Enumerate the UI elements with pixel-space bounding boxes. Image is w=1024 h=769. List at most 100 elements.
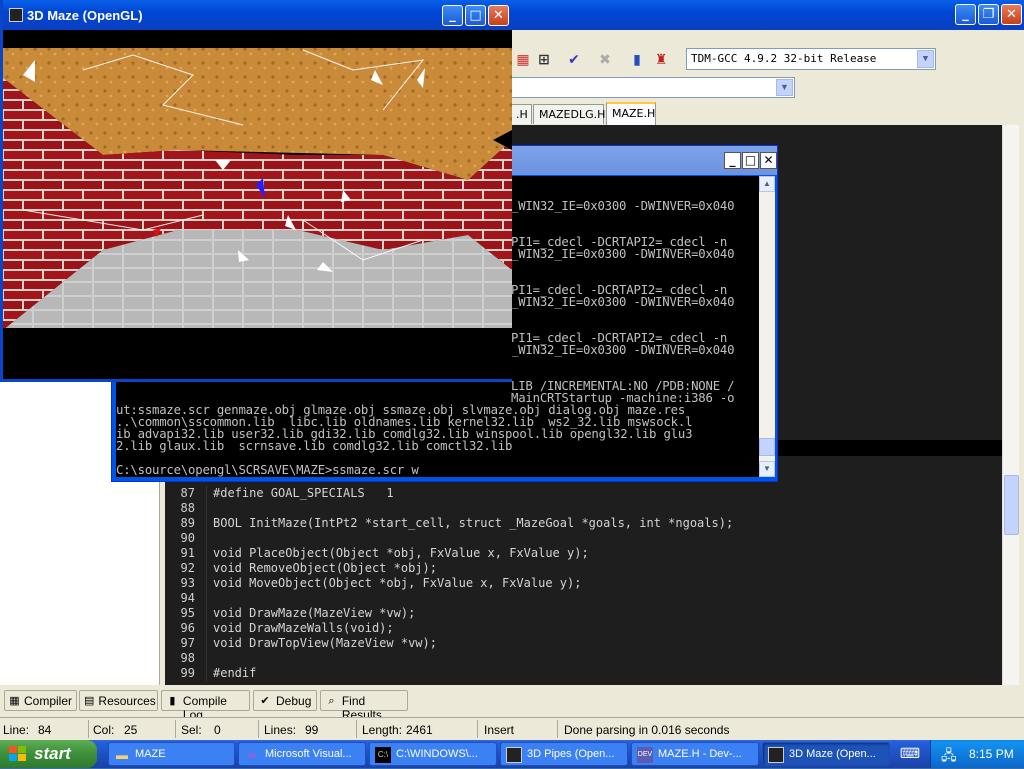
code-line[interactable]: 96 void DrawMazeWalls(void); (165, 621, 1002, 636)
taskbar-item-maze-folder[interactable]: ▬ MAZE (108, 742, 235, 766)
grid-icon[interactable]: ⊞ (535, 51, 553, 69)
close-button[interactable]: ✕ (760, 152, 777, 169)
scroll-down-icon[interactable]: ▼ (759, 461, 775, 477)
tab-label: Compiler (23, 694, 72, 708)
close-button[interactable]: ✕ (488, 5, 509, 26)
status-message: Done parsing in 0.016 seconds (564, 723, 730, 737)
tab-find-results[interactable]: ⌕ Find Results (320, 690, 408, 722)
taskbar-item-devcpp[interactable]: DEV MAZE.H - Dev-... (631, 742, 759, 766)
file-tabs: .H MAZEDLG.H MAZE.H (510, 102, 1024, 125)
code-text: void RemoveObject(Object *obj); (213, 561, 437, 575)
taskbar-item-3d-pipes[interactable]: 3D Pipes (Open... (500, 742, 628, 766)
profile-icon[interactable]: ♜ (652, 51, 670, 69)
code-text: void MoveObject(Object *obj, FxValue x, … (213, 576, 582, 590)
tab-debug[interactable]: ✔ Debug (253, 690, 317, 711)
status-col-value: 25 (124, 723, 138, 737)
status-lines-value: 99 (305, 723, 319, 737)
status-sel-value: 0 (214, 723, 221, 737)
taskbar-item-label: MAZE (135, 748, 166, 760)
code-text: void DrawMaze(MazeView *vw); (213, 606, 416, 620)
close-button[interactable]: ✕ (1001, 4, 1022, 25)
bottom-tabs: ▦ Compiler ▤ Resources ▮ Compile Log ✔ Debug… (0, 689, 1024, 722)
chart-icon[interactable]: ▮ (628, 51, 646, 69)
start-button[interactable]: start (0, 740, 97, 768)
line-number: 92 (180, 561, 195, 575)
network-icon[interactable]: 🖧 (941, 745, 957, 769)
console-line: C:\source\opengl\SCRSAVE\MAZE>ssmaze.scr… (116, 463, 419, 477)
code-line[interactable]: 91 void PlaceObject(Object *obj, FxValue … (165, 546, 1002, 561)
chevron-down-icon[interactable]: ▼ (917, 50, 934, 68)
code-line[interactable]: 88 (165, 501, 1002, 516)
tab-compiler[interactable]: ▦ Compiler (4, 690, 77, 711)
grid-icon: ▦ (9, 695, 20, 707)
code-line[interactable]: 97 void DrawTopView(MazeView *vw); (165, 636, 1002, 651)
code-line[interactable]: 98 (165, 651, 1002, 666)
code-line[interactable]: 87 #define GOAL_SPECIALS 1 (165, 486, 1002, 501)
check-icon[interactable]: ✔ (565, 51, 583, 69)
project-options-icon[interactable]: ▦ (514, 51, 532, 69)
taskbar: start ▬ MAZE ∞ Microsoft Visual... C:\ C:\W… (0, 740, 1024, 768)
status-lines-label: Lines: (264, 723, 297, 737)
tab-label: Resources (98, 694, 156, 708)
restore-button[interactable]: ❐ (978, 4, 999, 25)
status-length-value: 2461 (406, 723, 433, 737)
code-text: #endif (213, 666, 257, 680)
minimize-button[interactable]: _ (442, 5, 463, 26)
line-number: 89 (180, 516, 195, 530)
code-lines: 87 #define GOAL_SPECIALS 1 88 89 BOOL InitMa… (165, 486, 1002, 681)
console-line: 2.lib glaux.lib scrnsave.lib comdlg32.li… (116, 439, 513, 453)
app-icon (9, 8, 23, 22)
console-scrollbar[interactable]: ▲ ▼ (759, 176, 775, 477)
taskbar-item-console[interactable]: C:\ C:\WINDOWS\... (369, 742, 497, 766)
tab-file-h[interactable]: .H (510, 104, 532, 124)
taskbar-item-visual-studio[interactable]: ∞ Microsoft Visual... (238, 742, 366, 766)
code-line[interactable]: 95 void DrawMaze(MazeView *vw); (165, 606, 1002, 621)
resources-icon: ▤ (84, 695, 95, 707)
code-line[interactable]: 93 void MoveObject(Object *obj, FxValue x… (165, 576, 1002, 591)
tab-compile-log[interactable]: ▮ Compile Log (161, 690, 250, 722)
maze-titlebar[interactable]: 3D Maze (OpenGL) _ □ ✕ (3, 0, 512, 30)
class-select[interactable]: ▼ (510, 77, 795, 98)
maze-window[interactable]: 3D Maze (OpenGL) _ □ ✕ (0, 0, 512, 382)
status-line-label: Line: (3, 723, 30, 737)
taskbar-item-label: 3D Maze (Open... (789, 748, 876, 760)
chart-icon: ▮ (169, 695, 176, 707)
minimize-button[interactable]: _ (955, 4, 976, 25)
minimize-button[interactable]: _ (724, 152, 741, 169)
line-number: 94 (180, 591, 195, 605)
find-icon: ⌕ (328, 695, 335, 707)
status-length-label: Length: (362, 723, 403, 737)
maximize-button[interactable]: □ (742, 152, 759, 169)
stop-icon[interactable]: ✖ (596, 51, 614, 69)
maximize-button[interactable]: □ (465, 5, 486, 26)
check-icon: ✔ (260, 695, 270, 707)
chevron-down-icon[interactable]: ▼ (776, 79, 793, 96)
status-col-label: Col: (93, 723, 115, 737)
taskbar-item-3d-maze[interactable]: 3D Maze (Open... (762, 742, 890, 766)
tab-maze-h[interactable]: MAZE.H (606, 102, 656, 125)
taskbar-item-label: MAZE.H - Dev-... (658, 748, 742, 760)
scroll-up-icon[interactable]: ▲ (759, 176, 775, 192)
tab-resources[interactable]: ▤ Resources (79, 690, 158, 711)
code-line[interactable]: 89 BOOL InitMaze(IntPt2 *start_cell, stru… (165, 516, 1002, 531)
code-line[interactable]: 94 (165, 591, 1002, 606)
code-text: void DrawMazeWalls(void); (213, 621, 394, 635)
code-line[interactable]: 92 void RemoveObject(Object *obj); (165, 561, 1002, 576)
line-number: 97 (180, 636, 195, 650)
clock[interactable]: 8:15 PM (969, 747, 1014, 761)
line-number: 87 (180, 486, 195, 500)
opengl-app-icon (506, 747, 522, 763)
maze-render (3, 30, 512, 379)
opengl-app-icon (768, 747, 784, 763)
scrollbar-thumb[interactable] (1004, 475, 1019, 535)
line-number: 96 (180, 621, 195, 635)
compiler-select[interactable]: TDM-GCC 4.9.2 32-bit Release ▼ (686, 48, 936, 70)
keyboard-icon[interactable]: ⌨ (898, 745, 922, 763)
scrollbar-thumb[interactable] (759, 438, 775, 456)
tab-label: Debug (276, 694, 312, 708)
line-number: 93 (180, 576, 195, 590)
code-line[interactable]: 90 (165, 531, 1002, 546)
code-line[interactable]: 99 #endif (165, 666, 1002, 681)
tab-mazedlg-h[interactable]: MAZEDLG.H (533, 104, 605, 124)
editor-scrollbar[interactable] (1002, 125, 1019, 685)
